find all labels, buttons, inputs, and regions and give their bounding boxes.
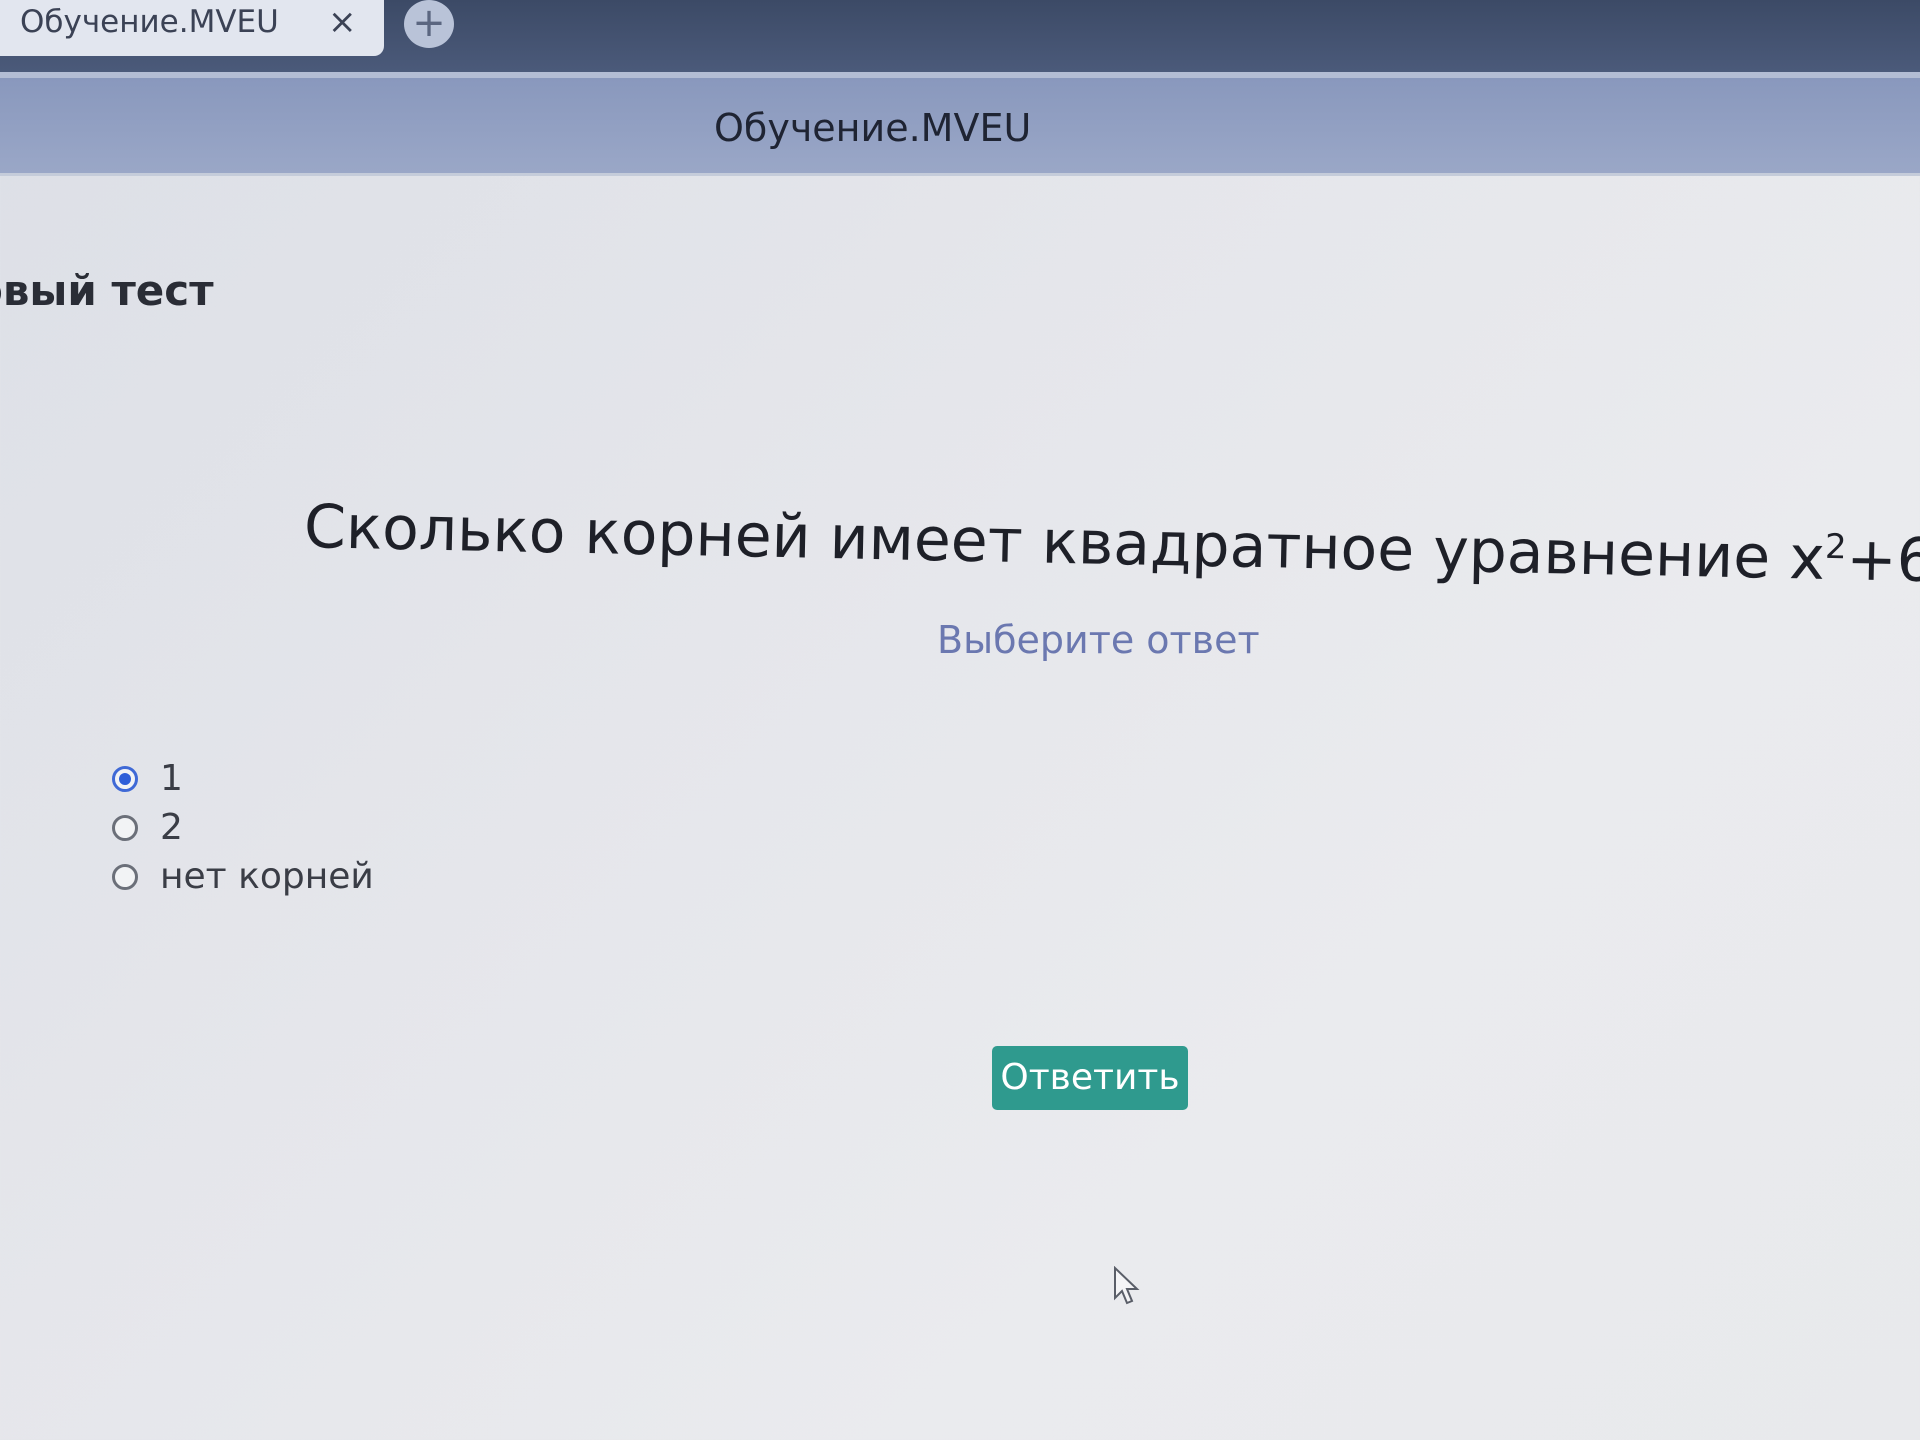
close-icon[interactable]: × <box>328 2 357 42</box>
tab-title: Обучение.MVEU <box>20 4 279 40</box>
question-text: Сколько корней имеет квадратное уравнени… <box>303 492 1920 601</box>
submit-answer-button[interactable]: Ответить <box>992 1046 1188 1110</box>
radio-button[interactable] <box>112 814 138 841</box>
radio-button-checked[interactable] <box>112 765 138 792</box>
browser-tab-strip: Обучение.MVEU × + <box>0 0 1920 72</box>
answer-hint: Выберите ответ <box>937 618 1260 662</box>
site-header: Обучение.MVEU <box>0 72 1920 176</box>
answer-option-2[interactable]: 2 <box>112 803 374 852</box>
browser-tab[interactable]: Обучение.MVEU × <box>0 0 384 56</box>
answer-options: 1 2 нет корней <box>112 754 374 901</box>
answer-option-3[interactable]: нет корней <box>112 852 374 901</box>
new-tab-button[interactable]: + <box>404 0 454 48</box>
radio-button[interactable] <box>112 863 138 890</box>
answer-option-1[interactable]: 1 <box>112 754 374 803</box>
question-tail: +6x+9=0 <box>1845 524 1920 601</box>
test-title: овый тест <box>0 266 214 315</box>
question-main: Сколько корней имеет квадратное уравнени… <box>303 492 1826 594</box>
option-label: нет корней <box>160 856 374 897</box>
site-title: Обучение.MVEU <box>714 106 1032 150</box>
option-label: 2 <box>160 807 183 848</box>
option-label: 1 <box>160 758 183 799</box>
mouse-cursor-icon <box>1113 1265 1141 1310</box>
question-exponent: 2 <box>1824 526 1848 568</box>
